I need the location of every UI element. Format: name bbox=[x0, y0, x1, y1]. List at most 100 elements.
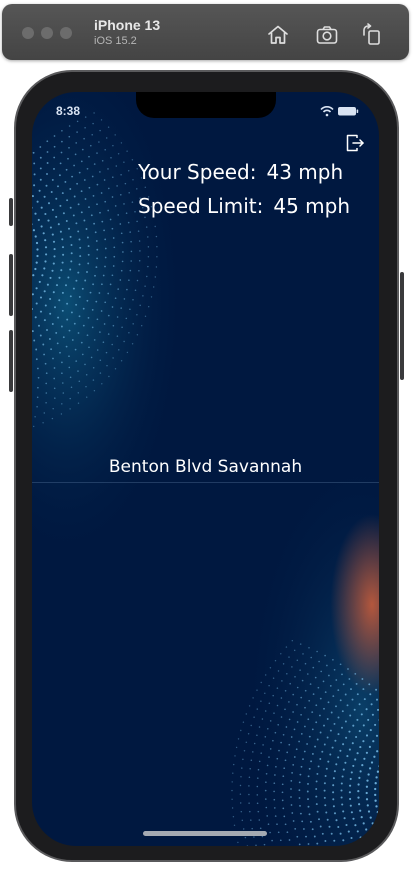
wave-dot bbox=[77, 203, 80, 206]
wave-dot bbox=[257, 810, 260, 813]
wave-dot bbox=[61, 129, 63, 132]
wave-dot bbox=[46, 162, 49, 164]
wave-dot bbox=[265, 772, 268, 775]
wave-dot bbox=[39, 310, 43, 313]
wave-dot bbox=[375, 805, 378, 808]
wave-dot bbox=[323, 782, 326, 785]
zoom-window-button[interactable] bbox=[60, 27, 72, 39]
wave-dot bbox=[42, 343, 45, 346]
wave-dot bbox=[367, 810, 371, 813]
wave-dot bbox=[260, 752, 262, 754]
wave-dot bbox=[52, 357, 54, 360]
wave-dot bbox=[83, 179, 86, 181]
wave-dot bbox=[274, 774, 276, 776]
wave-dot bbox=[39, 334, 42, 337]
wave-dot bbox=[75, 360, 78, 362]
wave-dot bbox=[116, 316, 119, 318]
wave-dot bbox=[240, 810, 243, 813]
wave-dot bbox=[341, 803, 344, 806]
wave-dot bbox=[331, 746, 334, 749]
wave-dot bbox=[82, 307, 85, 310]
wave-dot bbox=[146, 275, 148, 278]
wave-dot bbox=[277, 831, 280, 834]
wave-dot bbox=[116, 335, 119, 337]
wave-dot bbox=[337, 733, 340, 736]
wave-dot bbox=[121, 326, 123, 329]
wave-dot bbox=[323, 724, 325, 727]
wave-dot bbox=[266, 815, 269, 817]
wave-dot bbox=[315, 795, 318, 798]
wave-dot bbox=[45, 253, 48, 256]
wave-dot bbox=[248, 802, 250, 804]
wave-dot bbox=[99, 129, 101, 132]
minimize-window-button[interactable] bbox=[41, 27, 53, 39]
wave-dot bbox=[69, 397, 71, 400]
wave-dot bbox=[286, 751, 289, 754]
wave-dot bbox=[55, 284, 59, 287]
wave-dot bbox=[112, 144, 114, 147]
wave-dot bbox=[370, 761, 374, 764]
wave-dot bbox=[346, 704, 349, 707]
wave-dot bbox=[39, 296, 43, 299]
wave-dot bbox=[368, 745, 371, 748]
wave-dot bbox=[136, 314, 138, 316]
wave-dot bbox=[291, 812, 294, 814]
wave-dot bbox=[101, 283, 103, 286]
wave-dot bbox=[319, 731, 322, 734]
wave-dot bbox=[138, 269, 140, 272]
wave-dot bbox=[132, 179, 134, 181]
wave-dot bbox=[250, 724, 252, 727]
wave-dot bbox=[78, 315, 81, 318]
wave-dot bbox=[91, 309, 94, 311]
wave-dot bbox=[253, 836, 255, 838]
wave-dot bbox=[112, 324, 115, 327]
wave-dot bbox=[83, 137, 85, 140]
screenshot-button[interactable] bbox=[315, 23, 339, 47]
wave-dot bbox=[81, 287, 84, 290]
wave-dot bbox=[301, 679, 304, 682]
wave-dot bbox=[307, 782, 309, 785]
wave-dot bbox=[61, 246, 65, 249]
logout-button[interactable] bbox=[344, 132, 366, 154]
wave-dot bbox=[319, 697, 322, 700]
wave-dot bbox=[240, 729, 242, 732]
wave-dot bbox=[50, 191, 53, 193]
wave-dot bbox=[134, 289, 137, 291]
wave-dot bbox=[33, 339, 36, 342]
wave-dot bbox=[103, 229, 105, 232]
wave-dot bbox=[249, 810, 251, 813]
wave-dot bbox=[69, 376, 72, 379]
wave-dot bbox=[84, 116, 87, 118]
wave-dot bbox=[304, 725, 306, 728]
wave-dot bbox=[308, 735, 311, 738]
wave-dot bbox=[80, 211, 83, 214]
wave-dot bbox=[296, 686, 299, 689]
wave-dot bbox=[371, 713, 374, 716]
wave-dot bbox=[333, 812, 337, 815]
wave-dot bbox=[38, 189, 41, 192]
wave-dot bbox=[300, 733, 303, 735]
wave-dot bbox=[70, 260, 73, 263]
wave-dot bbox=[62, 212, 65, 215]
wave-dot bbox=[73, 195, 76, 198]
wave-dot bbox=[87, 253, 90, 256]
wave-dot bbox=[33, 173, 36, 176]
volume-up-button bbox=[9, 254, 13, 316]
wave-dot bbox=[98, 292, 101, 294]
wave-dot bbox=[75, 222, 78, 225]
wave-dot bbox=[42, 422, 44, 424]
wave-dot bbox=[49, 297, 52, 301]
close-window-button[interactable] bbox=[22, 27, 34, 39]
wave-dot bbox=[36, 248, 39, 251]
wave-dot bbox=[55, 197, 58, 200]
wave-dot bbox=[363, 757, 366, 760]
wave-dot bbox=[85, 228, 88, 230]
home-button[interactable] bbox=[266, 23, 290, 47]
wave-dot bbox=[62, 382, 64, 384]
wave-dot bbox=[92, 122, 94, 125]
wave-dot bbox=[307, 843, 310, 845]
wave-dot bbox=[88, 186, 91, 189]
rotate-button[interactable] bbox=[360, 23, 384, 47]
wave-dot bbox=[245, 713, 247, 715]
wave-dot bbox=[316, 810, 319, 813]
